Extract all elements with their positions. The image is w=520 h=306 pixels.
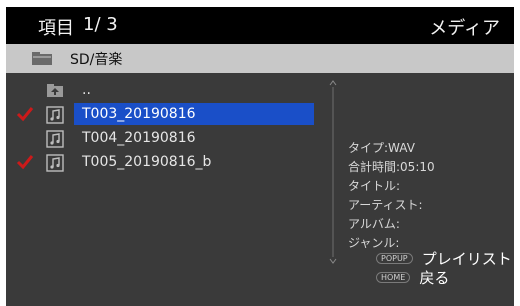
file-info-panel: タイプ:WAV 合計時間:05:10 タイトル: アーティスト: アルバム: ジ… [348,139,435,253]
hint-home[interactable]: HOME 戻る [376,267,449,288]
checkmark-icon [16,155,34,170]
file-name: T003_20190816 [74,103,314,125]
path-bar: SD/音楽 [6,44,514,73]
item-position: 1/ 3 [83,14,118,35]
item-label: 項目 [38,18,74,39]
music-note-icon [46,106,64,124]
info-type: タイプ:WAV [348,141,415,155]
file-name: .. [82,82,91,98]
hint-popup[interactable]: POPUP プレイリスト [376,248,512,269]
scrollbar[interactable] [328,79,338,265]
info-artist: アーティスト: [348,198,423,212]
file-row[interactable]: T005_20190816_b [6,151,326,175]
popup-key-badge: POPUP [376,253,413,264]
checkmark-icon [16,107,34,122]
media-browser-screen: 項目 1/ 3 メディア SD/音楽 .. T003_20190816 T004… [6,7,514,306]
file-row[interactable]: T003_20190816 [6,103,326,127]
info-title: タイトル: [348,179,401,193]
hint-action-playlist: プレイリスト [421,250,512,268]
music-note-icon [46,154,64,172]
file-name: T004_20190816 [82,130,196,146]
music-note-icon [46,130,64,148]
folder-icon [32,52,52,65]
info-album: アルバム: [348,217,400,231]
mode-title: メディア [429,18,500,39]
hint-action-back: 戻る [419,269,450,287]
current-path: SD/音楽 [70,52,123,68]
file-row[interactable]: T004_20190816 [6,127,326,151]
file-row-parent[interactable]: .. [6,79,326,103]
header-bar: 項目 1/ 3 メディア [6,7,514,44]
parent-folder-icon [47,84,63,97]
file-name: T005_20190816_b [82,154,212,170]
info-total-time: 合計時間:05:10 [348,160,435,174]
home-key-badge: HOME [376,272,411,283]
